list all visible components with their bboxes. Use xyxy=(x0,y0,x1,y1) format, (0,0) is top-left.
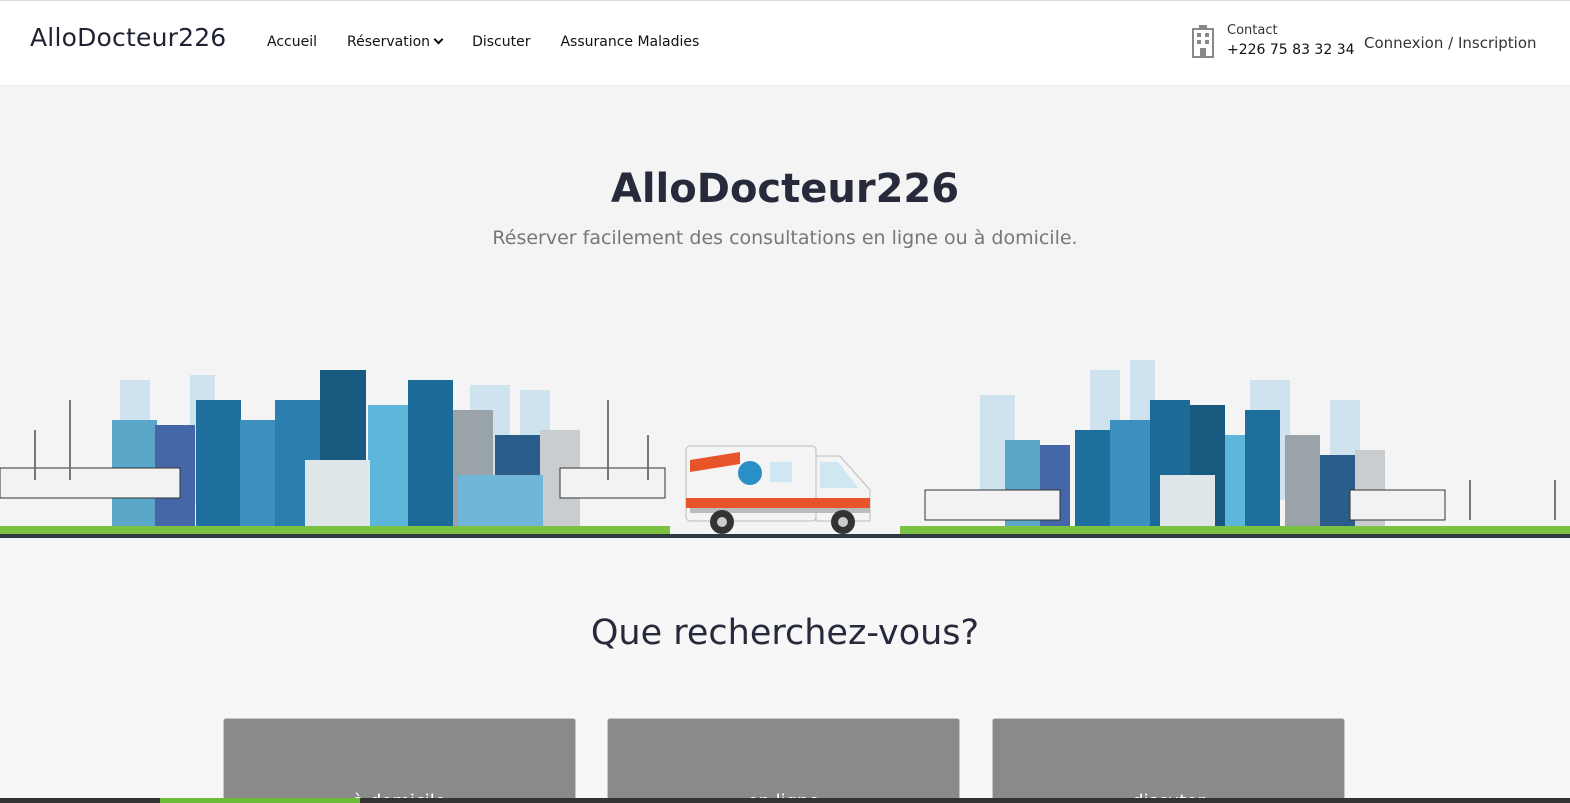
nav-item-assurance[interactable]: Assurance Maladies xyxy=(560,34,699,50)
login-link[interactable]: Connexion xyxy=(1364,34,1443,52)
city-skyline-illustration xyxy=(0,360,1570,538)
building-icon xyxy=(1192,24,1214,58)
nav-item-accueil[interactable]: Accueil xyxy=(267,34,317,50)
auth-links: Connexion / Inscription xyxy=(1364,34,1537,52)
nav-item-reservation[interactable]: Réservation xyxy=(347,34,444,50)
chevron-down-icon xyxy=(433,34,444,45)
ambulance-illustration xyxy=(685,445,871,534)
nav-item-discuter[interactable]: Discuter xyxy=(472,34,530,50)
hero-subtitle: Réserver facilement des consultations en… xyxy=(492,227,1078,249)
brand-logo[interactable]: AlloDocteur226 xyxy=(30,23,226,52)
nav-item-label: Assurance Maladies xyxy=(560,34,700,50)
bottom-status-bar xyxy=(0,798,1570,803)
service-card-online[interactable]: en ligne xyxy=(607,718,960,803)
auth-separator: / xyxy=(1443,34,1458,52)
signup-link[interactable]: Inscription xyxy=(1458,34,1537,52)
main-nav: Accueil Réservation Discuter Assurance M… xyxy=(267,34,729,50)
contact-phone[interactable]: +226 75 83 32 34 xyxy=(1227,42,1355,58)
search-section-title: Que recherchez-vous? xyxy=(590,613,980,653)
nav-item-label: Réservation xyxy=(347,34,431,50)
nav-item-label: Discuter xyxy=(472,34,531,50)
progress-indicator xyxy=(160,798,360,803)
contact-block: Contact +226 75 83 32 34 xyxy=(1190,23,1355,58)
hero-title: AlloDocteur226 xyxy=(610,166,960,212)
nav-item-label: Accueil xyxy=(267,34,317,50)
service-card-chat[interactable]: discuter xyxy=(992,718,1345,803)
site-header: AlloDocteur226 Accueil Réservation Discu… xyxy=(0,0,1570,86)
service-card-home[interactable]: à domicile xyxy=(223,718,576,803)
contact-label: Contact xyxy=(1227,23,1278,38)
